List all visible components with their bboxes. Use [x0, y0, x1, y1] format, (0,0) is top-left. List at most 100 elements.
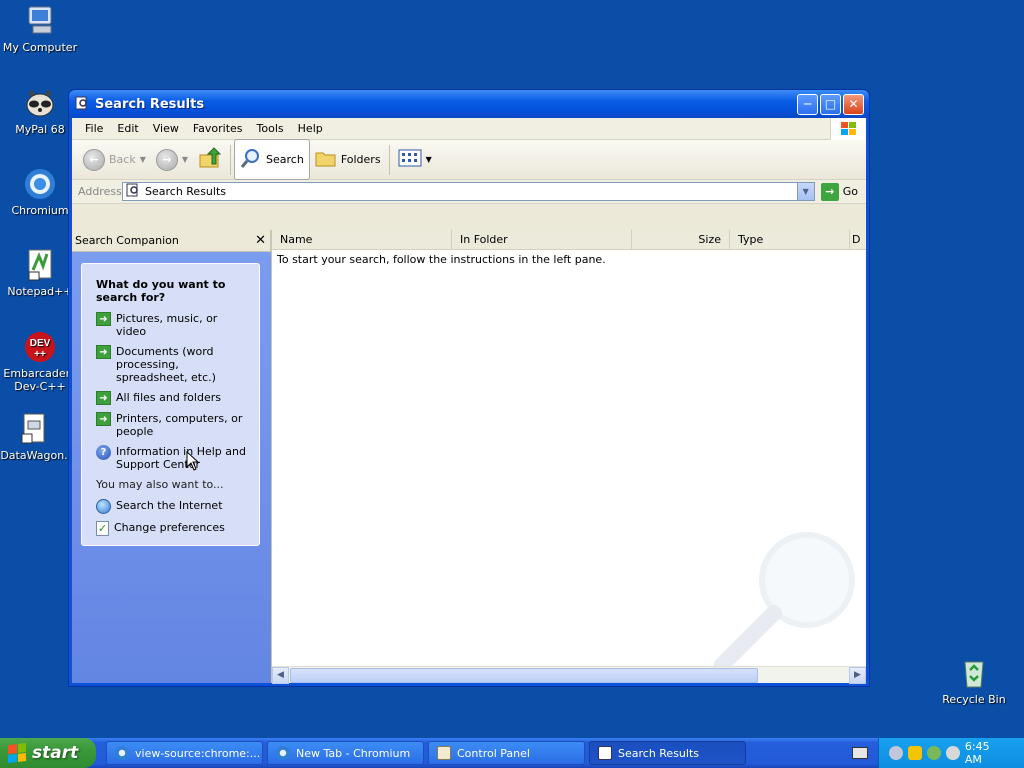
svg-text:++: ++ — [34, 349, 46, 360]
back-button[interactable]: ← Back ▼ — [78, 146, 151, 174]
option-label: Printers, computers, or people — [116, 412, 243, 438]
option-documents[interactable]: ➜ Documents (word processing, spreadshee… — [96, 345, 249, 384]
window-title: Search Results — [95, 96, 205, 112]
raccoon-icon — [23, 86, 57, 120]
search-question: What do you want to search for? — [96, 278, 226, 304]
column-in-folder[interactable]: In Folder — [452, 230, 632, 249]
menu-bar: File Edit View Favorites Tools Help — [72, 117, 866, 140]
option-label: Documents (word processing, spreadsheet,… — [116, 345, 216, 384]
column-type[interactable]: Type — [730, 230, 850, 249]
menu-file[interactable]: File — [78, 122, 110, 135]
address-label: Address — [78, 185, 122, 198]
search-icon — [240, 147, 262, 172]
chromium-icon — [23, 167, 57, 201]
taskbar: start view-source:chrome:... New Tab - C… — [0, 738, 1024, 768]
title-bar[interactable]: Search Results ─ □ ✕ — [69, 90, 869, 118]
desktop-icon-recycle-bin[interactable]: Recycle Bin — [934, 656, 1014, 706]
go-label: Go — [842, 185, 858, 198]
go-button[interactable]: → Go — [815, 182, 866, 201]
task-new-tab-chromium[interactable]: New Tab - Chromium — [267, 741, 424, 765]
folders-label: Folders — [340, 153, 381, 166]
minimize-button[interactable]: ─ — [797, 93, 818, 115]
option-all-files-folders[interactable]: ➜ All files and folders — [96, 391, 249, 405]
up-folder-button[interactable] — [193, 143, 227, 176]
chevron-down-icon: ▼ — [181, 155, 189, 164]
green-arrow-icon: ➜ — [96, 391, 111, 405]
window-client: File Edit View Favorites Tools Help ← Ba… — [72, 117, 866, 684]
maximize-icon: □ — [824, 97, 837, 111]
views-button[interactable]: ▼ — [393, 145, 437, 174]
task-search-results[interactable]: Search Results — [589, 741, 746, 765]
scroll-thumb[interactable] — [290, 668, 758, 683]
clock[interactable]: 6:45 AM — [965, 740, 1010, 766]
menu-help[interactable]: Help — [291, 122, 330, 135]
column-name[interactable]: Name — [272, 230, 452, 249]
search-companion-title: Search Companion — [75, 234, 179, 247]
option-search-internet[interactable]: Search the Internet — [96, 499, 249, 514]
volume-icon[interactable] — [945, 746, 960, 760]
svg-text:DEV: DEV — [30, 338, 51, 349]
up-folder-icon — [198, 146, 222, 173]
results-pane: Name In Folder Size Type D To start your… — [271, 230, 866, 684]
forward-button[interactable]: → ▼ — [151, 146, 193, 174]
scroll-right-icon[interactable]: ▶ — [849, 666, 866, 684]
menu-tools[interactable]: Tools — [250, 122, 291, 135]
safely-remove-icon[interactable] — [926, 746, 941, 760]
folders-icon — [315, 148, 337, 171]
option-change-preferences[interactable]: ✓ Change preferences — [96, 521, 249, 536]
green-arrow-icon: ➜ — [96, 412, 111, 426]
security-shield-icon[interactable] — [907, 746, 922, 760]
option-help-support[interactable]: ? Information in Help and Support Center — [96, 445, 249, 471]
address-value: Search Results — [145, 185, 227, 198]
chromium-icon — [115, 746, 129, 760]
address-input[interactable]: Search Results ▼ — [122, 182, 815, 201]
windows-flag-icon — [8, 743, 26, 763]
option-label: Pictures, music, or video — [116, 312, 218, 338]
mouse-cursor-icon — [186, 450, 200, 474]
start-label: start — [32, 743, 79, 763]
keyboard-icon[interactable] — [852, 747, 868, 759]
start-button[interactable]: start — [0, 738, 96, 768]
views-icon — [398, 148, 422, 171]
desktop-icon-label: My Computer — [2, 41, 78, 54]
option-pictures-music-video[interactable]: ➜ Pictures, music, or video — [96, 312, 249, 338]
option-label: Search the Internet — [116, 499, 223, 512]
desktop-icon-datawagon[interactable]: DataWagon. — [0, 412, 74, 462]
menu-favorites[interactable]: Favorites — [186, 122, 250, 135]
search-companion-panel: What do you want to search for? ➜ Pictur… — [81, 263, 260, 546]
windows-logo-icon — [830, 117, 866, 140]
column-date[interactable]: D — [850, 230, 860, 249]
search-button[interactable]: Search — [234, 139, 310, 180]
maximize-button[interactable]: □ — [820, 93, 841, 115]
horizontal-scrollbar[interactable]: ◀ ▶ — [272, 666, 866, 684]
address-dropdown-icon[interactable]: ▼ — [796, 183, 814, 200]
toolbar-separator — [388, 144, 390, 175]
datawagon-icon — [17, 412, 51, 446]
notepad-plus-plus-icon — [23, 248, 57, 282]
task-label: Search Results — [618, 746, 700, 760]
task-view-source[interactable]: view-source:chrome:... — [106, 741, 263, 765]
task-control-panel[interactable]: Control Panel — [428, 741, 585, 765]
close-button[interactable]: ✕ — [843, 93, 864, 115]
option-label: All files and folders — [116, 391, 221, 404]
scroll-left-icon[interactable]: ◀ — [272, 666, 289, 684]
results-message: To start your search, follow the instruc… — [277, 253, 606, 266]
globe-icon — [96, 499, 111, 514]
search-results-window: Search Results ─ □ ✕ File Edit View Favo… — [68, 89, 870, 687]
column-size[interactable]: Size — [632, 230, 730, 249]
go-arrow-icon: → — [820, 182, 839, 201]
menu-edit[interactable]: Edit — [110, 122, 145, 135]
network-icon[interactable] — [889, 746, 903, 760]
search-results-icon — [598, 746, 612, 760]
task-buttons: view-source:chrome:... New Tab - Chromiu… — [106, 741, 746, 765]
desktop-icon-my-computer[interactable]: My Computer — [0, 4, 80, 54]
close-pane-icon[interactable]: ✕ — [255, 233, 266, 248]
close-icon: ✕ — [848, 97, 859, 111]
menu-view[interactable]: View — [146, 122, 186, 135]
search-companion-header: Search Companion ✕ — [72, 230, 271, 252]
preferences-check-icon: ✓ — [96, 521, 109, 536]
folders-button[interactable]: Folders — [310, 145, 386, 174]
option-printers-computers-people[interactable]: ➜ Printers, computers, or people — [96, 412, 249, 438]
help-icon: ? — [96, 445, 111, 460]
standard-toolbar: ← Back ▼ → ▼ Search Folders ▼ — [72, 139, 866, 180]
